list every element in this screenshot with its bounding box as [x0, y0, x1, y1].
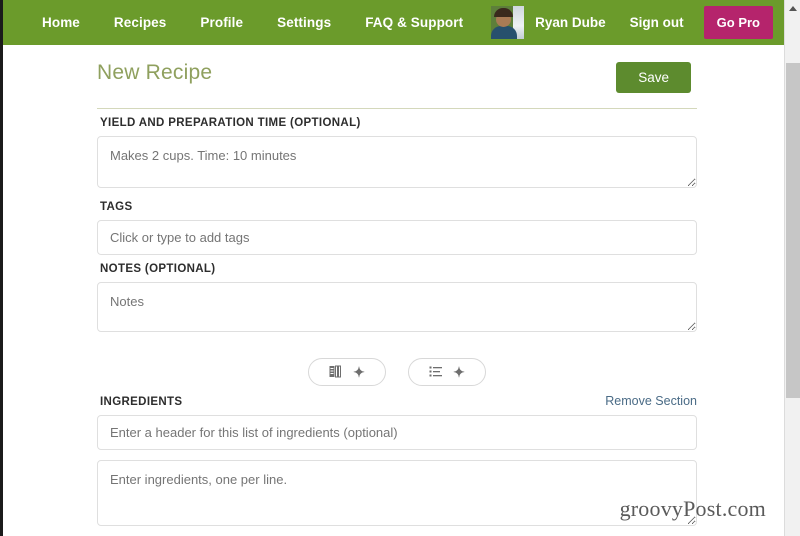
add-buttons-row: ✦ ✦	[97, 358, 697, 386]
nav-link-faq-support[interactable]: FAQ & Support	[348, 15, 480, 30]
nav-link-settings[interactable]: Settings	[260, 15, 348, 30]
nav-links-group: Home Recipes Profile Settings FAQ & Supp…	[25, 15, 480, 30]
go-pro-button[interactable]: Go Pro	[703, 6, 773, 39]
nav-user-name[interactable]: Ryan Dube	[535, 15, 630, 30]
tags-field-label: TAGS	[100, 201, 133, 213]
add-list-plus-icon: ✦	[453, 364, 465, 380]
section-divider	[97, 108, 697, 109]
scroll-up-arrow-icon[interactable]	[785, 0, 800, 16]
notes-field-label: NOTES (OPTIONAL)	[100, 263, 216, 275]
add-section-plus-icon: ✦	[353, 364, 365, 380]
ingredients-section-header: INGREDIENTS Remove Section	[97, 394, 697, 408]
top-navigation-bar: Home Recipes Profile Settings FAQ & Supp…	[3, 0, 784, 45]
yield-field-label: YIELD AND PREPARATION TIME (OPTIONAL)	[100, 117, 361, 129]
tags-input[interactable]	[97, 220, 697, 255]
yield-input[interactable]	[97, 136, 697, 188]
nav-link-recipes[interactable]: Recipes	[97, 15, 183, 30]
vertical-scrollbar[interactable]	[784, 0, 800, 536]
recipe-form: YIELD AND PREPARATION TIME (OPTIONAL) TA…	[97, 108, 697, 531]
add-section-icon	[329, 365, 344, 379]
user-avatar-photo[interactable]	[491, 6, 525, 39]
ingredients-label: INGREDIENTS	[100, 396, 183, 408]
add-list-icon	[429, 365, 444, 379]
add-section-button[interactable]: ✦	[308, 358, 386, 386]
nav-sign-out-link[interactable]: Sign out	[630, 15, 704, 30]
ingredients-body-input[interactable]	[97, 460, 697, 526]
remove-section-link[interactable]: Remove Section	[605, 394, 697, 408]
page-content: New Recipe Save YIELD AND PREPARATION TI…	[3, 45, 784, 531]
add-list-button[interactable]: ✦	[408, 358, 486, 386]
avatar-torso	[491, 26, 518, 39]
avatar-hair	[494, 8, 514, 17]
nav-link-profile[interactable]: Profile	[183, 15, 260, 30]
scrollbar-thumb[interactable]	[786, 63, 800, 398]
nav-user-group: Ryan Dube Sign out Go Pro	[491, 0, 784, 45]
notes-input[interactable]	[97, 282, 697, 332]
app-window: Home Recipes Profile Settings FAQ & Supp…	[0, 0, 800, 536]
nav-link-home[interactable]: Home	[25, 15, 97, 30]
ingredients-header-input[interactable]	[97, 415, 697, 450]
save-button[interactable]: Save	[616, 62, 691, 93]
